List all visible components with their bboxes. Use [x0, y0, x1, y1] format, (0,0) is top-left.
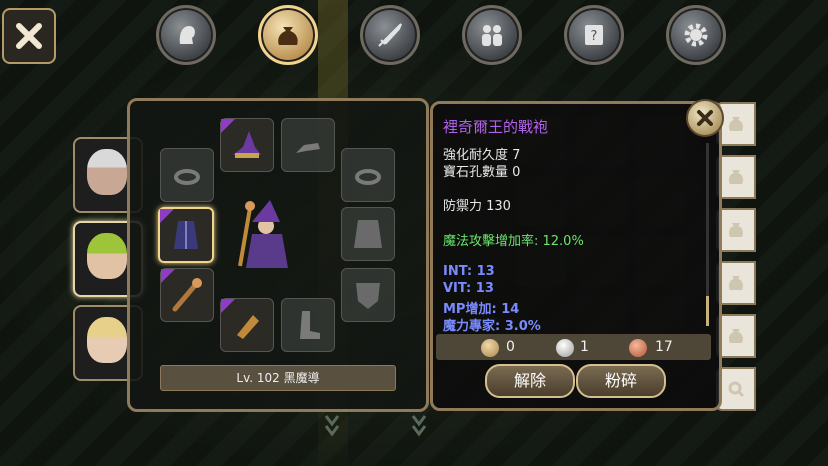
close-menu-button[interactable]: [2, 8, 56, 64]
wizard-character-sprite: [238, 200, 288, 268]
stat-magic-expert: 魔力專家: 3.0%: [443, 319, 541, 334]
slot-ring-empty[interactable]: [160, 148, 214, 202]
stat-vit: VIT: 13: [443, 281, 494, 296]
bag-icon: [278, 27, 298, 45]
chevron-down-icon: [324, 415, 340, 437]
item-name: 裡奇爾王的戰袍: [443, 118, 549, 136]
item-info-panel: 裡奇爾王的戰袍 強化耐久度 7 寶石孔數量 0 防禦力 130 魔法攻擊增加率:…: [430, 101, 722, 411]
bag-icon: [729, 329, 743, 343]
gold-coin-icon: [481, 339, 499, 357]
info-scrollbar-thumb[interactable]: [706, 296, 709, 326]
quest-scroll-icon: ?: [585, 25, 603, 45]
party-icon: [482, 25, 502, 46]
staff-icon: [172, 278, 202, 312]
slot-armor[interactable]: [158, 207, 214, 263]
slot-cape-empty[interactable]: [341, 207, 395, 261]
weapon-silhouette-icon: [296, 143, 320, 153]
slot-shield-empty[interactable]: [341, 268, 395, 322]
boots-silhouette-icon: [300, 311, 320, 339]
close-info-button[interactable]: [686, 99, 724, 137]
character-figure: [230, 194, 300, 270]
character-face: [87, 149, 127, 195]
stat-int: INT: 13: [443, 264, 495, 279]
inventory-tab[interactable]: [716, 314, 756, 358]
defense-text: 防禦力 130: [443, 199, 511, 214]
wizard-hat-icon: [233, 131, 261, 158]
bag-tab[interactable]: [258, 5, 318, 65]
quest-tab[interactable]: ?: [564, 5, 624, 65]
settings-gear-icon: [684, 23, 708, 47]
inventory-side-tabs: [716, 102, 756, 420]
silver-count: 1: [580, 339, 589, 355]
unequip-button[interactable]: 解除: [485, 364, 575, 398]
bag-icon: [729, 223, 743, 237]
inventory-tab[interactable]: [716, 155, 756, 199]
search-icon: [728, 381, 745, 398]
shatter-reward-bar: 0 1 17: [436, 334, 711, 360]
slot-weapon-empty[interactable]: [281, 118, 335, 172]
shatter-button[interactable]: 粉碎: [576, 364, 666, 398]
gold-count: 0: [506, 339, 515, 355]
character-face: [87, 317, 127, 363]
gloves-icon: [237, 315, 259, 339]
level-class-label: Lv. 102 黑魔導: [160, 365, 396, 391]
silver-coin-icon: [556, 339, 574, 357]
bag-icon: [729, 117, 743, 131]
skill-icon: [378, 23, 402, 47]
slot-gloves[interactable]: [220, 298, 274, 352]
shield-silhouette-icon: [356, 283, 380, 309]
skill-tab[interactable]: [360, 5, 420, 65]
character-face: [87, 233, 127, 279]
slot-staff[interactable]: [160, 268, 214, 322]
top-nav-bar: ?: [156, 5, 726, 65]
cape-silhouette-icon: [354, 220, 382, 248]
inventory-tab[interactable]: [716, 208, 756, 252]
ring-silhouette-icon: [355, 169, 381, 185]
character-icon: [179, 26, 195, 44]
bronze-coin-icon: [629, 339, 647, 357]
robe-armor-icon: [174, 221, 198, 249]
close-icon: [697, 110, 713, 126]
ring-silhouette-icon: [174, 169, 200, 185]
bag-icon: [729, 276, 743, 290]
magic-attack-bonus: 魔法攻擊增加率: 12.0%: [443, 234, 584, 249]
settings-tab[interactable]: [666, 5, 726, 65]
character-tab[interactable]: [156, 5, 216, 65]
chevron-down-icon: [411, 415, 427, 437]
inventory-tab[interactable]: [716, 261, 756, 305]
inventory-search-tab[interactable]: [716, 367, 756, 411]
bronze-count: 17: [655, 339, 673, 355]
slot-ring2-empty[interactable]: [341, 148, 395, 202]
svg-text:?: ?: [591, 29, 598, 44]
close-icon: [16, 23, 42, 49]
slot-hat[interactable]: [220, 118, 274, 172]
slot-boots-empty[interactable]: [281, 298, 335, 352]
party-tab[interactable]: [462, 5, 522, 65]
sockets-text: 寶石孔數量 0: [443, 165, 521, 180]
bag-icon: [729, 170, 743, 184]
